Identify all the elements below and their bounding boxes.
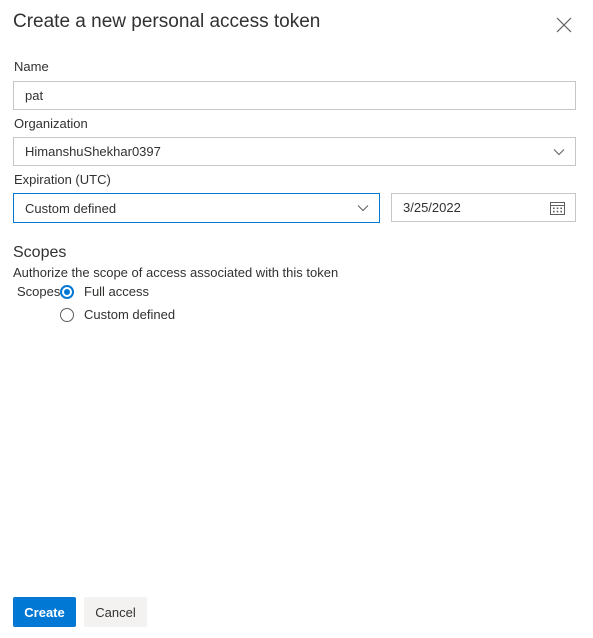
- scope-option-label: Custom defined: [84, 307, 176, 322]
- organization-label: Organization: [14, 116, 88, 131]
- expiration-dropdown-value: Custom defined: [25, 200, 117, 216]
- expiration-date-picker[interactable]: 3/25/2022: [391, 193, 576, 222]
- chevron-down-icon: [357, 205, 369, 212]
- expiration-date-value: 3/25/2022: [403, 200, 461, 215]
- scopes-heading: Scopes: [13, 244, 67, 261]
- organization-dropdown-value: HimanshuShekhar0397: [25, 144, 161, 159]
- close-button[interactable]: [552, 13, 576, 37]
- scopes-description: Authorize the scope of access associated…: [13, 265, 339, 280]
- radio-button-checked[interactable]: [60, 284, 74, 299]
- dialog-title: Create a new personal access token: [13, 11, 321, 32]
- create-button[interactable]: Create: [13, 597, 76, 627]
- cancel-button[interactable]: Cancel: [84, 597, 147, 627]
- name-input-value: pat: [25, 88, 44, 103]
- scope-option-full-access[interactable]: Full access: [60, 284, 149, 299]
- expiration-dropdown[interactable]: Custom defined: [13, 193, 380, 223]
- name-input[interactable]: pat: [13, 81, 576, 110]
- expiration-label: Expiration (UTC): [14, 172, 111, 187]
- calendar-icon[interactable]: [550, 201, 565, 215]
- chevron-down-icon: [553, 148, 565, 155]
- organization-dropdown[interactable]: HimanshuShekhar0397: [13, 137, 576, 166]
- scope-option-custom-defined[interactable]: Custom defined: [60, 307, 175, 322]
- scope-option-label: Full access: [84, 284, 150, 299]
- close-icon: [556, 17, 572, 33]
- radio-button[interactable]: [60, 307, 74, 322]
- name-label: Name: [14, 59, 49, 74]
- scopes-label: Scopes: [17, 284, 61, 299]
